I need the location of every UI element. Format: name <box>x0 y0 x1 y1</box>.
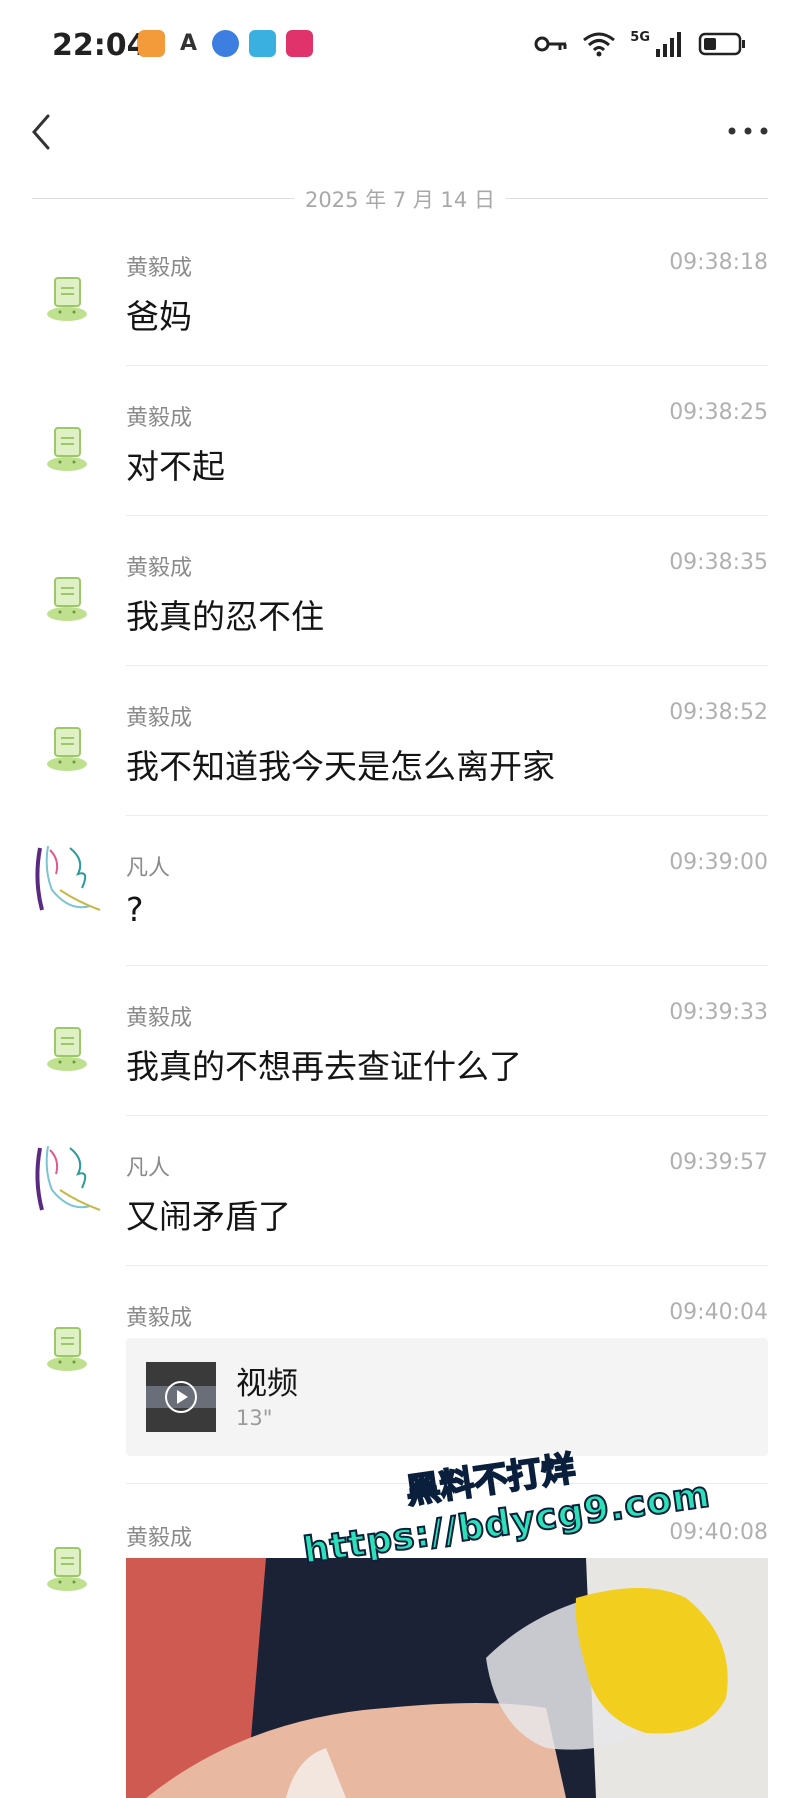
sender-name: 凡人 <box>126 1156 171 1181</box>
avatar-green-icon <box>47 1027 87 1071</box>
message-timestamp: 09:40:04 <box>669 1300 768 1325</box>
sender-name: 黄毅成 <box>126 706 193 731</box>
avatar-green-icon <box>47 1547 87 1591</box>
avatar-green-icon <box>47 727 87 771</box>
message-timestamp: 09:40:08 <box>669 1520 768 1545</box>
status-indicators: 5G <box>534 30 746 58</box>
message-divider <box>126 365 768 366</box>
message-timestamp: 09:38:52 <box>669 700 768 725</box>
key-icon <box>534 36 567 52</box>
message-row[interactable]: 凡人 09:39:57 又闹矛盾了 <box>0 1130 800 1266</box>
message-divider <box>126 1115 768 1116</box>
avatar-sketch-icon <box>35 845 101 911</box>
message-divider <box>126 815 768 816</box>
sender-name: 黄毅成 <box>126 256 193 281</box>
message-divider <box>126 1265 768 1266</box>
notification-app-icon-play <box>286 30 313 57</box>
message-divider <box>126 665 768 666</box>
sender-name: 黄毅成 <box>126 556 193 581</box>
message-row[interactable]: 凡人 09:39:00 ? <box>0 830 800 966</box>
notification-app-icon-orange <box>138 30 165 57</box>
nav-bar <box>0 92 800 172</box>
avatar[interactable] <box>30 260 105 335</box>
message-timestamp: 09:38:18 <box>669 250 768 275</box>
sender-name: 黄毅成 <box>126 1306 193 1331</box>
message-row-video[interactable]: 黄毅成 09:40:04 视频 13" <box>0 1280 800 1484</box>
message-text[interactable]: 我真的不想再去查证什么了 <box>126 1040 522 1088</box>
notification-app-icon-book <box>249 30 276 57</box>
chevron-left-icon <box>32 114 50 150</box>
message-text[interactable]: 爸妈 <box>126 290 192 338</box>
message-timestamp: 09:38:25 <box>669 400 768 425</box>
message-text[interactable]: 我真的忍不住 <box>126 590 324 638</box>
message-timestamp: 09:39:33 <box>669 1000 768 1025</box>
avatar[interactable] <box>30 410 105 485</box>
signal-icon <box>656 32 681 57</box>
sender-name: 黄毅成 <box>126 406 193 431</box>
network-type-label: 5G <box>630 30 650 45</box>
avatar-green-icon <box>47 1327 87 1371</box>
avatar[interactable] <box>30 560 105 635</box>
avatar-green-icon <box>47 427 87 471</box>
avatar[interactable] <box>30 1140 105 1215</box>
date-divider-right <box>506 198 768 199</box>
more-horizontal-icon <box>728 127 768 135</box>
video-thumbnail[interactable] <box>146 1362 216 1432</box>
status-bar: 22:04 A 5G <box>0 0 800 92</box>
message-text[interactable]: 我不知道我今天是怎么离开家 <box>126 740 555 788</box>
photo-image[interactable] <box>126 1558 768 1798</box>
message-text[interactable]: 对不起 <box>126 440 225 488</box>
message-divider <box>126 1483 768 1484</box>
photo-content <box>126 1558 768 1798</box>
video-title: 视频 <box>236 1366 298 1402</box>
message-timestamp: 09:39:57 <box>669 1150 768 1175</box>
avatar[interactable] <box>30 1010 105 1085</box>
message-text[interactable]: 又闹矛盾了 <box>126 1190 291 1238</box>
status-time: 22:04 <box>52 28 148 63</box>
notification-app-icon-blue <box>212 30 239 57</box>
date-separator: 2025 年 7 月 14 日 <box>0 178 800 218</box>
more-button[interactable] <box>726 116 770 146</box>
message-row[interactable]: 黄毅成 09:38:35 我真的忍不住 <box>0 530 800 666</box>
video-duration: 13" <box>236 1406 273 1430</box>
avatar-green-icon <box>47 277 87 321</box>
notification-app-icon-a: A <box>175 30 202 57</box>
avatar[interactable] <box>30 1310 105 1385</box>
sender-name: 凡人 <box>126 856 171 881</box>
avatar-sketch-icon <box>35 1145 101 1211</box>
avatar-green-icon <box>47 577 87 621</box>
avatar[interactable] <box>30 1530 105 1605</box>
wifi-icon <box>583 32 616 57</box>
message-row[interactable]: 黄毅成 09:38:25 对不起 <box>0 380 800 516</box>
avatar[interactable] <box>30 840 105 915</box>
message-timestamp: 09:39:00 <box>669 850 768 875</box>
message-row[interactable]: 黄毅成 09:38:18 爸妈 <box>0 230 800 366</box>
message-row[interactable]: 黄毅成 09:39:33 我真的不想再去查证什么了 <box>0 980 800 1116</box>
message-divider <box>126 515 768 516</box>
message-divider <box>126 965 768 966</box>
message-row-photo[interactable]: 黄毅成 09:40:08 <box>0 1500 800 1798</box>
message-timestamp: 09:38:35 <box>669 550 768 575</box>
sender-name: 黄毅成 <box>126 1526 193 1551</box>
avatar[interactable] <box>30 710 105 785</box>
sender-name: 黄毅成 <box>126 1006 193 1031</box>
video-card[interactable]: 视频 13" <box>126 1338 768 1456</box>
message-text[interactable]: ? <box>126 890 144 929</box>
notification-icons: A <box>138 30 313 57</box>
back-button[interactable] <box>24 108 64 156</box>
play-icon <box>146 1362 216 1432</box>
battery-icon <box>698 32 745 56</box>
date-label: 2025 年 7 月 14 日 <box>305 188 495 212</box>
message-row[interactable]: 黄毅成 09:38:52 我不知道我今天是怎么离开家 <box>0 680 800 816</box>
